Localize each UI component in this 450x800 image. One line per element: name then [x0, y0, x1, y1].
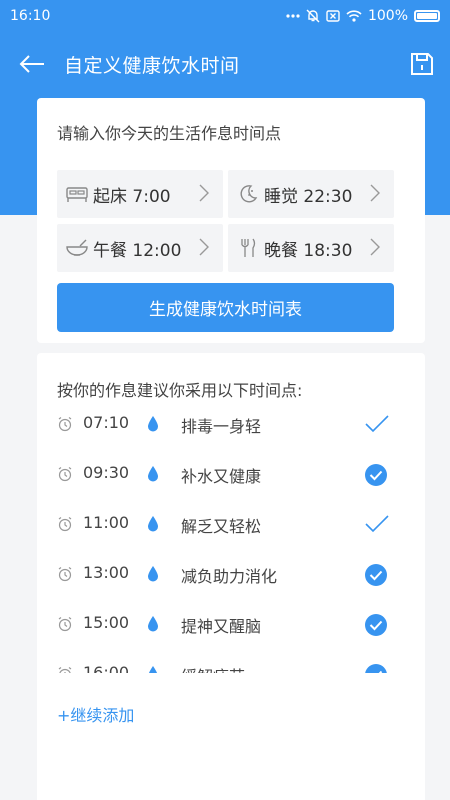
page-title: 自定义健康饮水时间 [64, 54, 240, 77]
bowl-icon [65, 236, 89, 260]
sim-off-icon [326, 10, 340, 22]
water-drop-icon [147, 415, 159, 437]
list-item[interactable]: 07:10 排毒一身轻 [37, 399, 425, 449]
chevron-right-icon [199, 238, 209, 256]
dinner-time-slot[interactable]: 晚餐 18:30 [228, 224, 394, 272]
lunch-time-label: 午餐 12:00 [93, 240, 182, 261]
suggestion-card-title: 按你的作息建议你采用以下时间点: [57, 381, 303, 400]
bell-off-icon [306, 9, 320, 23]
chevron-right-icon [370, 184, 380, 202]
status-bar: 16:10 100% [0, 0, 450, 32]
check-circle-icon[interactable] [364, 563, 388, 591]
water-drop-icon [147, 565, 159, 587]
water-drop-icon [147, 665, 159, 673]
status-time: 16:10 [10, 8, 51, 24]
more-dots-icon [286, 13, 300, 19]
item-description: 解乏又轻松 [181, 517, 262, 536]
suggestion-list[interactable]: 07:10 排毒一身轻 09:30 补水又健康 11:00 解乏又轻松 13:00 减负助力消… [37, 399, 425, 673]
moon-icon [236, 182, 260, 206]
item-description: 排毒一身轻 [181, 417, 262, 436]
list-item[interactable]: 13:00 减负助力消化 [37, 549, 425, 599]
alarm-clock-icon [57, 416, 73, 436]
item-time: 07:10 [83, 413, 130, 432]
back-button[interactable] [0, 32, 64, 96]
wake-time-label: 起床 7:00 [93, 186, 171, 207]
add-more-link[interactable]: +继续添加 [57, 702, 134, 726]
item-time: 13:00 [83, 563, 130, 582]
status-icons: 100% [286, 8, 440, 24]
list-item[interactable]: 09:30 补水又健康 [37, 449, 425, 499]
generate-schedule-button[interactable]: 生成健康饮水时间表 [57, 283, 394, 332]
bed-icon [65, 182, 89, 206]
alarm-clock-icon [57, 566, 73, 586]
item-description: 补水又健康 [181, 467, 262, 486]
water-drop-icon [147, 465, 159, 487]
item-time: 11:00 [83, 513, 130, 532]
sleep-time-slot[interactable]: 睡觉 22:30 [228, 170, 394, 218]
check-circle-icon[interactable] [364, 663, 388, 673]
app-bar: 自定义健康饮水时间 [0, 32, 450, 96]
wake-time-slot[interactable]: 起床 7:00 [57, 170, 223, 218]
water-drop-icon [147, 615, 159, 637]
water-drop-icon [147, 515, 159, 537]
dinner-time-label: 晚餐 18:30 [264, 240, 353, 261]
list-item[interactable]: 11:00 解乏又轻松 [37, 499, 425, 549]
alarm-clock-icon [57, 466, 73, 486]
lunch-time-slot[interactable]: 午餐 12:00 [57, 224, 223, 272]
fork-knife-icon [236, 236, 260, 260]
list-item[interactable]: 15:00 提神又醒脑 [37, 599, 425, 649]
sleep-time-label: 睡觉 22:30 [264, 186, 353, 207]
arrow-left-icon [19, 55, 44, 73]
wifi-icon [346, 10, 362, 22]
item-description: 缓解疲劳 [181, 663, 245, 673]
item-time: 09:30 [83, 463, 130, 482]
item-time: 16:00 [83, 663, 130, 673]
battery-icon [414, 10, 440, 22]
item-description: 提神又醒脑 [181, 617, 262, 636]
alarm-clock-icon [57, 666, 73, 673]
list-item[interactable]: 16:00 缓解疲劳 [37, 649, 425, 673]
item-time: 15:00 [83, 613, 130, 632]
chevron-right-icon [370, 238, 380, 256]
schedule-card-title: 请输入你今天的生活作息时间点 [57, 124, 282, 143]
save-icon [411, 53, 433, 75]
alarm-clock-icon [57, 516, 73, 536]
schedule-card: 请输入你今天的生活作息时间点 起床 7:00 睡觉 22:30 午餐 12:00… [37, 98, 425, 343]
suggestion-card: 按你的作息建议你采用以下时间点: 07:10 排毒一身轻 09:30 补水又健康 11:… [37, 353, 425, 800]
check-icon[interactable] [364, 513, 390, 539]
check-icon[interactable] [364, 413, 390, 439]
chevron-right-icon [199, 184, 209, 202]
check-circle-icon[interactable] [364, 463, 388, 491]
battery-percent: 100% [367, 8, 408, 24]
item-description: 减负助力消化 [181, 567, 278, 586]
alarm-clock-icon [57, 616, 73, 636]
save-button[interactable] [394, 32, 450, 96]
check-circle-icon[interactable] [364, 613, 388, 641]
